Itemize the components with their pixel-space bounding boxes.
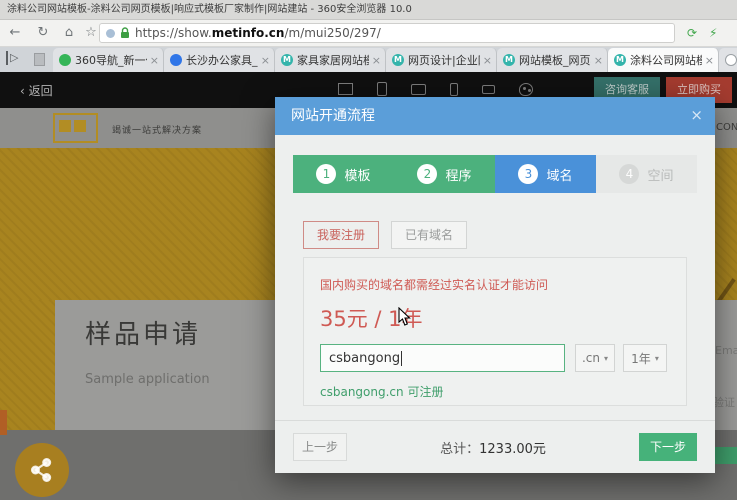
modal-body: 我要注册 已有域名 国内购买的域名都需经过实名认证才能访问 35元 / 1年 c… [275,221,715,406]
tab-close-icon[interactable]: × [150,54,159,67]
chevron-down-icon: ▾ [604,353,609,363]
refresh-icon[interactable]: ↻ [32,23,54,43]
tab-close-icon[interactable]: × [261,54,270,67]
phone-portrait-icon[interactable] [450,82,458,96]
site-activation-modal: 网站开通流程 × 1 模板 2 程序 3 域名 4 空间 我要注册 已有域名 国… [275,97,715,473]
existing-domain-button[interactable]: 已有域名 [391,221,468,249]
step-template[interactable]: 1 模板 [293,155,394,193]
url-text: https://show.metinfo.cn/m/mui250/297/ [135,26,381,40]
tab-furniture-template[interactable]: M 家具家居网站模板 × [275,48,386,72]
site-tagline: 竭诚一站式解决方案 [112,126,203,136]
nav-contact-partial: CONTACT [716,122,737,133]
modal-title: 网站开通流程 [291,108,375,124]
tablet-portrait-icon[interactable] [377,82,387,96]
tab-close-icon[interactable]: × [372,54,381,67]
share-icon [30,458,52,482]
app-button-icon[interactable] [34,53,45,66]
lock-icon [120,27,130,39]
home-icon[interactable]: ⌂ [58,23,80,43]
url-prefix: https://show. [135,26,212,40]
text-caret [401,350,403,366]
360-favicon [59,54,71,66]
hero-left-margin [0,300,55,430]
next-step-button[interactable]: 下一步 [639,433,697,461]
browser-toolbar: ← ↻ ⌂ ☆ https://show.metinfo.cn/m/mui250… [0,20,737,47]
tab-close-icon[interactable]: × [483,54,492,67]
chevron-down-icon: ▾ [654,353,659,363]
palette-icon[interactable] [519,82,533,96]
site-logo [53,113,98,143]
back-icon[interactable]: ← [4,23,26,43]
domain-mode-tabs: 我要注册 已有域名 [303,221,687,249]
translate-icon[interactable]: ⟳ [687,23,697,43]
step-space[interactable]: 4 空间 [596,155,697,193]
share-button[interactable] [15,443,69,497]
domain-price: 35元 / 1年 [320,307,423,331]
tab-view-partial[interactable]: vie [719,48,737,72]
site-info-icon[interactable] [106,28,115,38]
prev-step-button[interactable]: 上一步 [293,433,347,461]
document-favicon [725,54,737,66]
metinfo-favicon: M [281,54,293,66]
tab-changsha-furniture[interactable]: 长沙办公家具_百 × [164,48,275,72]
section-subtitle: Sample application [85,372,210,387]
url-bar[interactable]: https://show.metinfo.cn/m/mui250/297/ [99,23,675,43]
email-field-partial: Email [715,344,737,357]
modal-footer: 上一步 总计：1233.00元 下一步 [275,420,715,473]
chevron-left-icon: ‹ [20,84,25,98]
register-domain-button[interactable]: 我要注册 [303,221,380,249]
device-preview-icons [338,82,533,96]
mouse-cursor [398,306,412,331]
tab-close-icon[interactable]: × [594,54,603,67]
phone-landscape-icon[interactable] [482,84,495,94]
sidebar-toggle-icon[interactable]: ▷ [6,51,18,65]
decor-orange-strip [0,410,7,435]
tab-close-icon[interactable]: × [705,54,714,67]
tab-webdesign[interactable]: M 网页设计|企业网 × [386,48,497,72]
close-icon[interactable]: × [690,97,703,135]
url-domain: metinfo.cn [211,26,285,40]
url-path: /m/mui250/297/ [284,26,381,40]
domain-input[interactable]: csbangong [320,344,565,372]
domain-register-panel: 国内购买的域名都需经过实名认证才能访问 35元 / 1年 csbangong .… [303,257,687,406]
baidu-favicon [170,54,182,66]
tab-paint-company-active[interactable]: M 涂料公司网站模板 × [608,48,719,72]
term-select[interactable]: 1年 ▾ [623,344,667,372]
section-title: 样品申请 [85,320,202,350]
domain-input-row: csbangong .cn ▾ 1年 ▾ [320,344,670,372]
monitor-icon[interactable] [338,83,353,95]
back-button[interactable]: ‹ 返回 [20,72,53,110]
metinfo-favicon: M [392,54,404,66]
step-bar: 1 模板 2 程序 3 域名 4 空间 [293,155,697,193]
verify-field-partial: 验证 [713,396,735,409]
tab-360-nav[interactable]: 360导航_新一代 × [53,48,164,72]
tld-select[interactable]: .cn ▾ [575,344,615,372]
step-program[interactable]: 2 程序 [394,155,495,193]
tablet-landscape-icon[interactable] [411,83,426,95]
tab-strip: ▷ 360导航_新一代 × 长沙办公家具_百 × M 家具家居网站模板 × M … [0,47,737,72]
tab-site-template[interactable]: M 网站模板_网页模 × [497,48,608,72]
total-price: 总计：1233.00元 [440,441,546,457]
metinfo-favicon: M [614,54,626,66]
modal-header: 网站开通流程 × [275,97,715,135]
speed-mode-icon[interactable]: ⚡ [709,23,717,43]
availability-message: csbangong.cn 可注册 [320,385,444,399]
step-domain[interactable]: 3 域名 [495,155,596,193]
window-title: 涂料公司网站模板-涂料公司网页模板|响应式模板厂家制作|网站建站 - 360安全… [0,0,737,20]
metinfo-favicon: M [503,54,515,66]
realname-notice: 国内购买的域名都需经过实名认证才能访问 [320,278,549,292]
submit-button-partial [715,447,737,464]
